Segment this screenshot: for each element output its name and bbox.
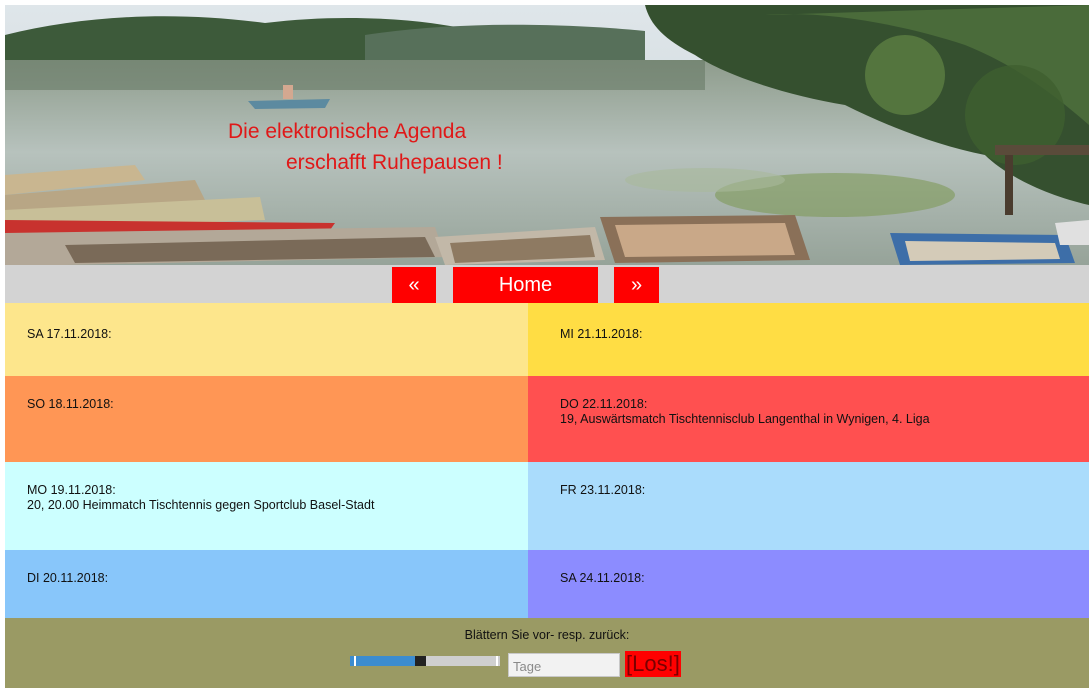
agenda-date: FR 23.11.2018: bbox=[560, 483, 646, 497]
lake-boats-image bbox=[5, 5, 1089, 265]
agenda-date: DI 20.11.2018: bbox=[27, 571, 109, 585]
home-button[interactable]: Home bbox=[453, 267, 598, 303]
nav-bar: « Home » bbox=[5, 265, 1089, 303]
go-button[interactable]: [Los!] bbox=[625, 651, 681, 677]
agenda-event: 19, Auswärtsmatch Tischtennisclub Langen… bbox=[560, 412, 930, 426]
agenda-date: SA 17.11.2018: bbox=[27, 327, 112, 341]
footer-navigation: Blättern Sie vor- resp. zurück: [Los!] bbox=[5, 618, 1089, 688]
agenda-day-left-1: SA 17.11.2018: bbox=[5, 303, 528, 376]
agenda-date: DO 22.11.2018: bbox=[560, 397, 648, 411]
agenda-day-left-3: MO 19.11.2018: 20, 20.00 Heimmatch Tisch… bbox=[5, 462, 528, 550]
agenda-date: MO 19.11.2018: bbox=[27, 483, 116, 497]
days-slider[interactable] bbox=[350, 654, 500, 668]
header-banner: Die elektronische Agenda erschafft Ruhep… bbox=[5, 5, 1089, 265]
previous-week-button[interactable]: « bbox=[392, 267, 436, 303]
agenda-date: SA 24.11.2018: bbox=[560, 571, 645, 585]
agenda-event: 20, 20.00 Heimmatch Tischtennis gegen Sp… bbox=[27, 498, 375, 512]
agenda-day-right-3: FR 23.11.2018: bbox=[528, 462, 1089, 550]
paging-hint: Blättern Sie vor- resp. zurück: bbox=[464, 628, 630, 642]
slogan-line-1: Die elektronische Agenda bbox=[228, 120, 467, 143]
days-input[interactable] bbox=[508, 653, 620, 677]
agenda-day-right-1: MI 21.11.2018: bbox=[528, 303, 1089, 376]
agenda-date: MI 21.11.2018: bbox=[560, 327, 643, 341]
page-frame: Die elektronische Agenda erschafft Ruhep… bbox=[5, 5, 1089, 688]
slider-filled-track bbox=[350, 656, 415, 666]
agenda-day-left-2: SO 18.11.2018: bbox=[5, 376, 528, 462]
slider-empty-track bbox=[426, 656, 500, 666]
slogan-line-2: erschafft Ruhepausen ! bbox=[286, 151, 503, 174]
slider-edge-left bbox=[354, 656, 356, 666]
slider-edge-right bbox=[496, 656, 498, 666]
agenda-day-right-2: DO 22.11.2018: 19, Auswärtsmatch Tischte… bbox=[528, 376, 1089, 462]
agenda-day-right-4: SA 24.11.2018: bbox=[528, 550, 1089, 618]
agenda-day-left-4: DI 20.11.2018: bbox=[5, 550, 528, 618]
slider-thumb[interactable] bbox=[415, 656, 426, 666]
agenda-date: SO 18.11.2018: bbox=[27, 397, 114, 411]
next-week-button[interactable]: » bbox=[614, 267, 659, 303]
